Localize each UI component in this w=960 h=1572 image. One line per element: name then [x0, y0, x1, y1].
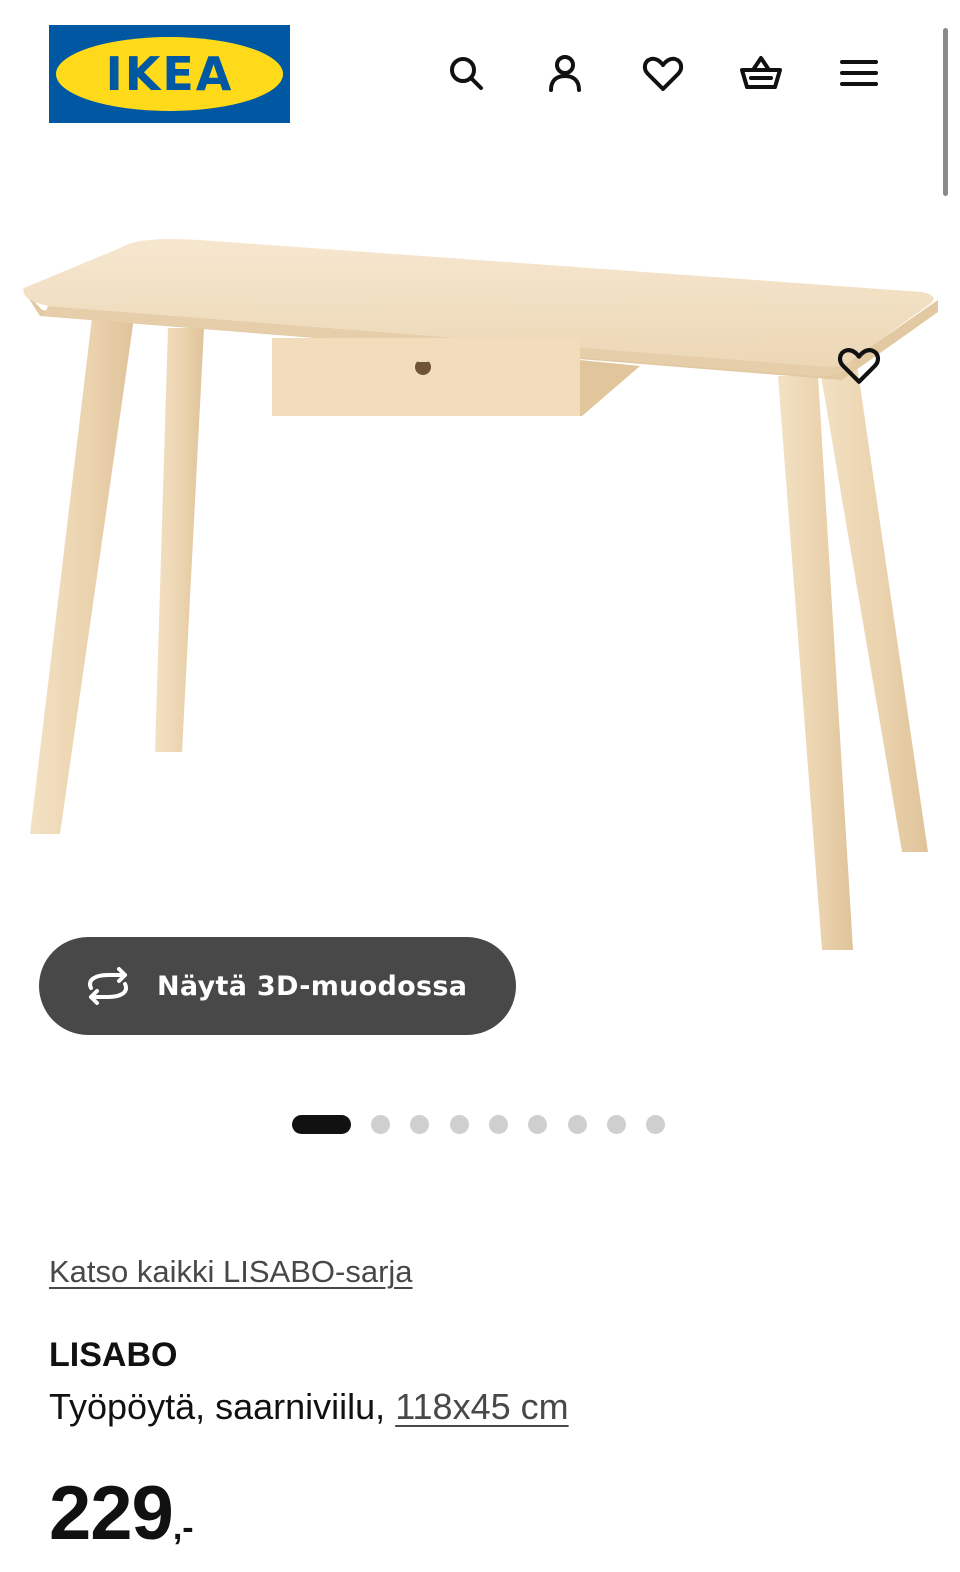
- carousel-dot-5[interactable]: [489, 1115, 508, 1134]
- view-3d-button[interactable]: Näytä 3D-muodossa: [39, 937, 516, 1035]
- image-carousel-indicator: [0, 1113, 960, 1135]
- product-price: 229,-: [49, 1470, 194, 1557]
- site-header: IKEA ®: [0, 0, 960, 150]
- view-3d-label: Näytä 3D-muodossa: [157, 970, 468, 1002]
- carousel-dot-1[interactable]: [292, 1115, 351, 1134]
- product-size-link[interactable]: 118x45 cm: [395, 1386, 568, 1427]
- rotate-icon: [88, 967, 128, 1005]
- price-suffix: ,-: [172, 1509, 194, 1547]
- logo-text: IKEA: [105, 47, 234, 101]
- carousel-dot-6[interactable]: [528, 1115, 547, 1134]
- carousel-dot-9[interactable]: [646, 1115, 665, 1134]
- carousel-dot-8[interactable]: [607, 1115, 626, 1134]
- carousel-dot-7[interactable]: [568, 1115, 587, 1134]
- heart-icon[interactable]: [638, 48, 688, 98]
- series-link[interactable]: Katso kaikki LISABO-sarja: [49, 1254, 413, 1290]
- price-integer: 229: [49, 1471, 174, 1556]
- user-icon[interactable]: [540, 48, 590, 98]
- search-icon[interactable]: [441, 48, 491, 98]
- favourite-heart-icon[interactable]: [832, 338, 886, 392]
- carousel-dot-2[interactable]: [371, 1115, 390, 1134]
- product-type: Työpöytä, saarniviilu,: [49, 1386, 386, 1427]
- carousel-dot-4[interactable]: [450, 1115, 469, 1134]
- ikea-logo[interactable]: IKEA ®: [49, 25, 290, 123]
- carousel-dot-3[interactable]: [410, 1115, 429, 1134]
- menu-icon[interactable]: [834, 48, 884, 98]
- product-name: LISABO: [49, 1336, 178, 1374]
- basket-icon[interactable]: [736, 48, 786, 98]
- product-description: Työpöytä, saarniviilu, 118x45 cm: [49, 1386, 569, 1428]
